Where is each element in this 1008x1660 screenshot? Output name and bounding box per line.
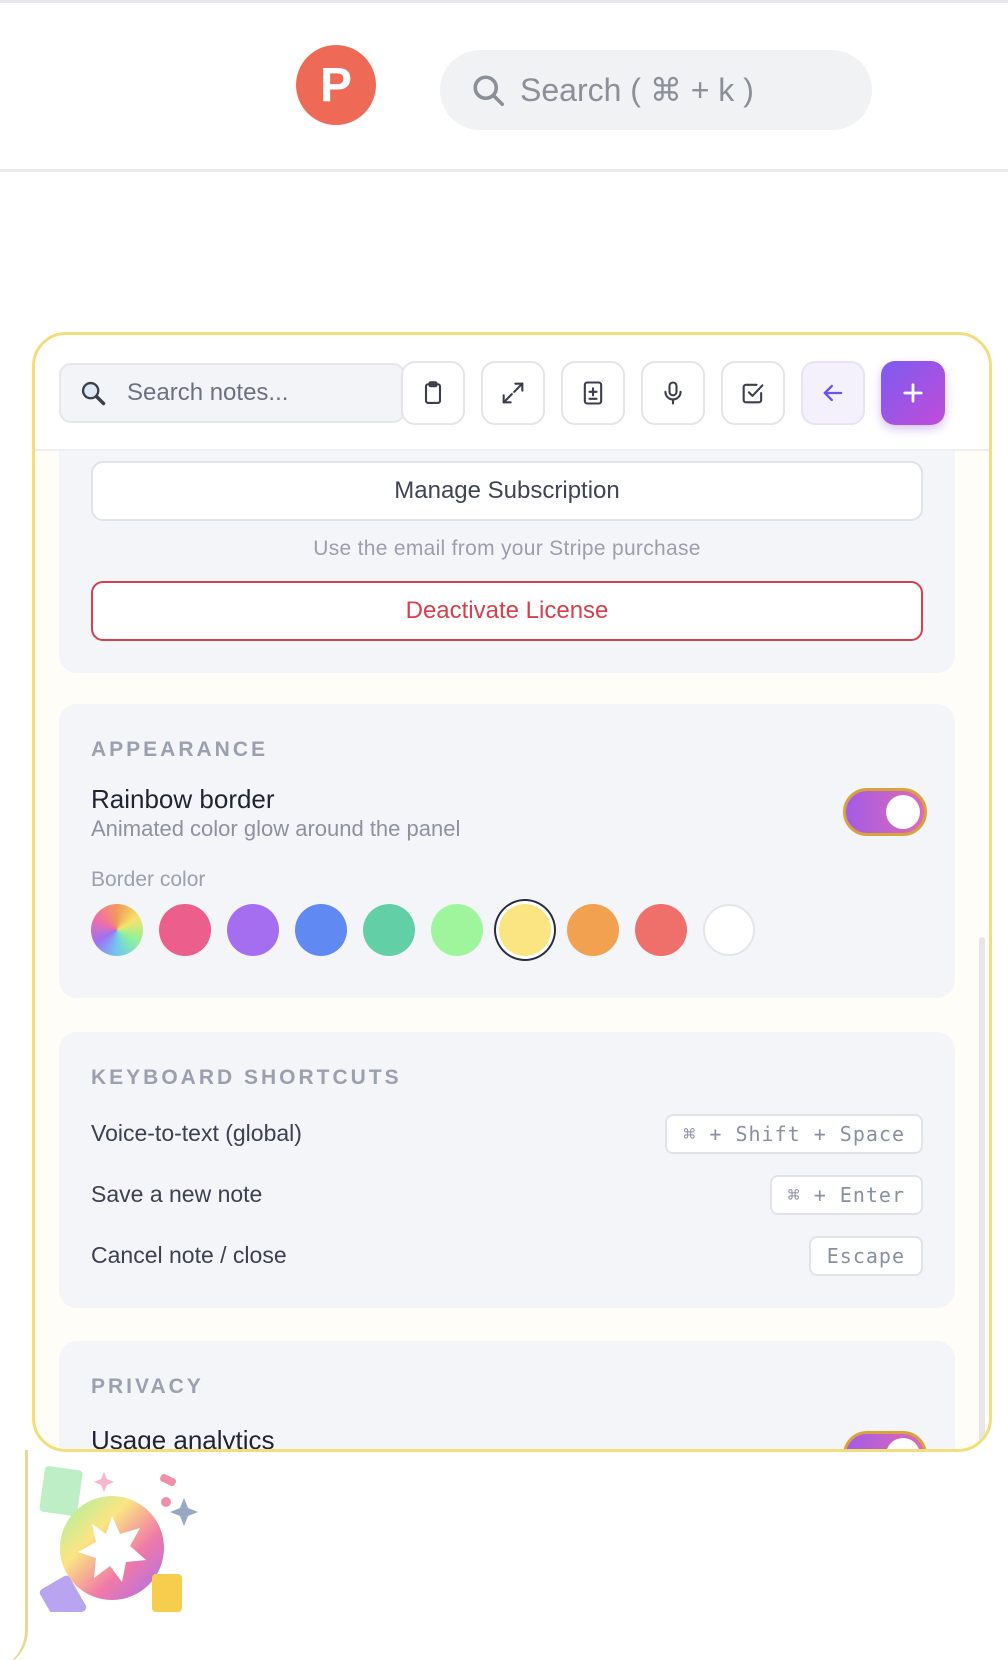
appearance-card: APPEARANCE Rainbow border Animated color…: [59, 704, 955, 998]
notes-search-input[interactable]: Search notes...: [59, 363, 405, 423]
swatch-light-green[interactable]: [431, 904, 483, 956]
logo-letter: P: [319, 58, 352, 112]
privacy-card: PRIVACY Usage analytics: [59, 1341, 955, 1452]
panel-toolbar: Search notes...: [35, 335, 989, 451]
swatch-teal[interactable]: [363, 904, 415, 956]
usage-analytics-title: Usage analytics: [91, 1425, 275, 1452]
app-mascot-icon[interactable]: [36, 1462, 206, 1612]
swatch-orange[interactable]: [567, 904, 619, 956]
appearance-title: APPEARANCE: [91, 738, 269, 761]
shortcut-label: Voice-to-text (global): [91, 1120, 302, 1146]
swatch-blue[interactable]: [295, 904, 347, 956]
expand-button[interactable]: [481, 361, 545, 425]
global-search-placeholder: Search ( ⌘ + k ): [520, 72, 754, 108]
border-color-label: Border color: [91, 868, 206, 891]
window-corner: [0, 1450, 28, 1660]
rainbow-border-toggle[interactable]: [843, 788, 927, 836]
plus-icon: [903, 383, 923, 403]
product-logo[interactable]: P: [296, 45, 376, 125]
swatch-rainbow[interactable]: [91, 904, 143, 956]
swatch-white[interactable]: [703, 904, 755, 956]
swatch-purple[interactable]: [227, 904, 279, 956]
top-header: P Search ( ⌘ + k ): [0, 0, 1008, 172]
rainbow-border-subtitle: Animated color glow around the panel: [91, 816, 461, 841]
todo-button[interactable]: [721, 361, 785, 425]
magnifier-icon: [81, 381, 106, 406]
arrow-left-icon: [823, 384, 843, 402]
border-color-swatches: [91, 904, 755, 956]
microphone-icon: [664, 381, 682, 405]
checkbox-icon: [742, 383, 764, 404]
shortcut-keys: ⌘ + Shift + Space: [665, 1114, 923, 1154]
keyboard-shortcuts-title: KEYBOARD SHORTCUTS: [91, 1066, 402, 1089]
notes-panel: Search notes... Manage Subscription Use …: [32, 332, 992, 1452]
global-search-input[interactable]: Search ( ⌘ + k ): [440, 50, 872, 130]
search-icon: [473, 75, 505, 107]
manage-subscription-button[interactable]: Manage Subscription: [91, 461, 923, 521]
deactivate-license-label: Deactivate License: [405, 597, 609, 624]
clipboard-icon: [424, 381, 442, 404]
keyboard-shortcuts-card: KEYBOARD SHORTCUTS Voice-to-text (global…: [59, 1032, 955, 1308]
voice-record-button[interactable]: [641, 361, 705, 425]
shortcut-label: Save a new note: [91, 1181, 263, 1207]
settings-scroll-area[interactable]: Manage Subscription Use the email from y…: [35, 451, 989, 1452]
scrollbar[interactable]: [979, 937, 985, 1449]
usage-analytics-toggle[interactable]: [843, 1431, 927, 1449]
swatch-pink[interactable]: [159, 904, 211, 956]
license-card: Manage Subscription Use the email from y…: [59, 451, 955, 673]
privacy-title: PRIVACY: [91, 1375, 204, 1398]
manage-subscription-label: Manage Subscription: [394, 477, 620, 504]
shortcut-keys: ⌘ + Enter: [769, 1175, 923, 1215]
add-file-icon: [583, 381, 603, 405]
toggle-knob: [886, 795, 920, 829]
add-note-button[interactable]: [881, 361, 945, 425]
license-hint: Use the email from your Stripe purchase: [313, 537, 701, 560]
clipboard-button[interactable]: [401, 361, 465, 425]
shortcut-keys: Escape: [808, 1236, 923, 1276]
swatch-red[interactable]: [635, 904, 687, 956]
shortcut-label: Cancel note / close: [91, 1242, 287, 1268]
swatch-yellow[interactable]: [499, 904, 551, 956]
notes-search-placeholder: Search notes...: [127, 379, 289, 406]
toggle-knob: [886, 1438, 920, 1449]
deactivate-license-button[interactable]: Deactivate License: [91, 581, 923, 641]
new-note-file-button[interactable]: [561, 361, 625, 425]
back-button[interactable]: [801, 361, 865, 425]
rainbow-border-title: Rainbow border: [91, 784, 275, 814]
expand-icon: [502, 382, 524, 404]
